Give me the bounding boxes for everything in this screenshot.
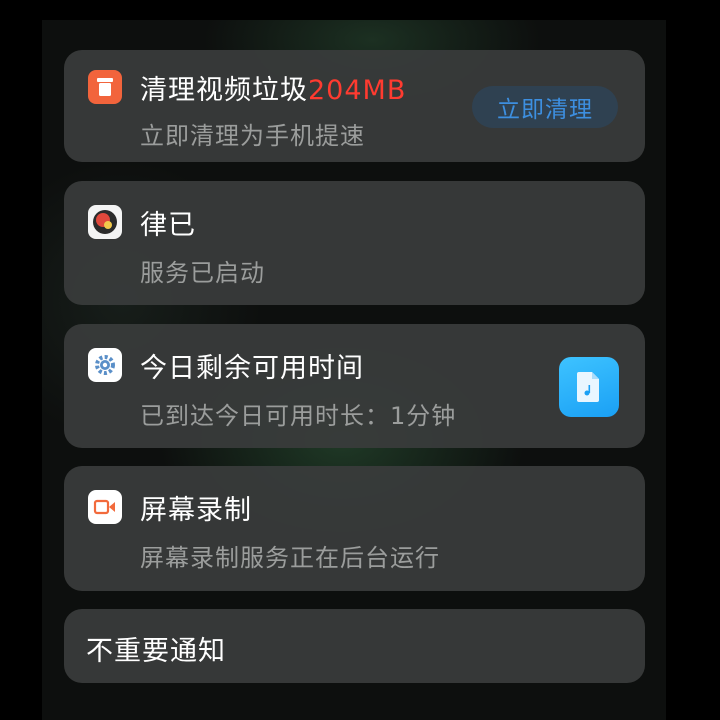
- notification-title: 清理视频垃圾204MB: [140, 68, 406, 107]
- notification-title: 屏幕录制: [140, 495, 252, 526]
- settings-gear-icon: [88, 348, 122, 382]
- unimportant-notifications-label: 不重要通知: [86, 636, 226, 667]
- notification-remaining-time[interactable]: 今日剩余可用时间 已到达今日可用时长：1分钟: [64, 324, 645, 448]
- notification-screen-record[interactable]: 屏幕录制 屏幕录制服务正在后台运行: [64, 466, 645, 591]
- notification-title-text: 清理视频垃圾: [140, 75, 308, 106]
- lvji-app-icon: [88, 205, 122, 239]
- junk-size-value: 204MB: [308, 75, 407, 106]
- notification-title: 今日剩余可用时间: [140, 353, 364, 384]
- notification-cleaner[interactable]: 清理视频垃圾204MB 立即清理为手机提速 立即清理: [64, 50, 645, 162]
- notification-subtitle: 立即清理为手机提速: [140, 122, 365, 150]
- music-file-icon: [559, 357, 619, 417]
- trash-icon: [88, 70, 122, 104]
- notification-subtitle: 已到达今日可用时长：1分钟: [140, 402, 457, 430]
- notification-subtitle: 服务已启动: [140, 259, 265, 287]
- notification-title: 律已: [140, 210, 196, 241]
- unimportant-notifications-group[interactable]: 不重要通知: [64, 609, 645, 683]
- notification-subtitle: 屏幕录制服务正在后台运行: [140, 544, 440, 572]
- screen-record-icon: [88, 490, 122, 524]
- clean-now-button[interactable]: 立即清理: [472, 86, 618, 128]
- notification-lvji[interactable]: 律已 服务已启动: [64, 181, 645, 305]
